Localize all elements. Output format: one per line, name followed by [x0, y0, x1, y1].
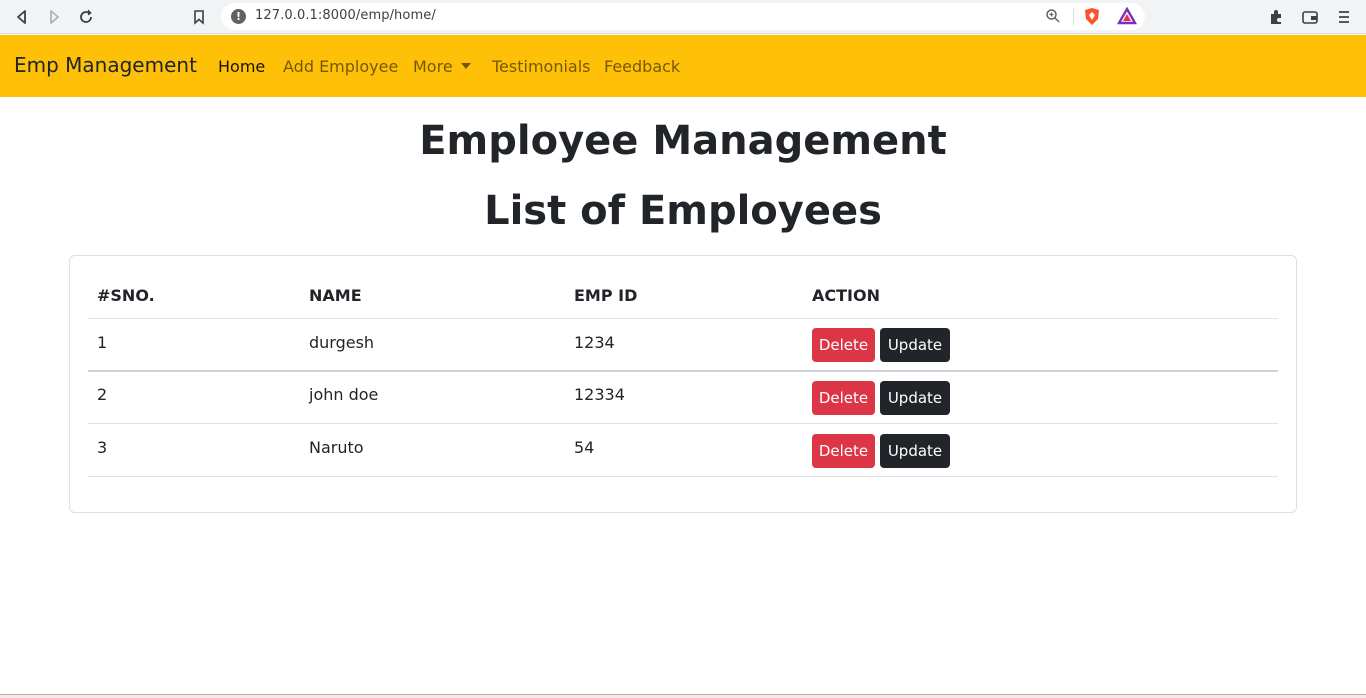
- page-subtitle: List of Employees: [484, 188, 882, 234]
- nav-link-home[interactable]: Home: [218, 57, 265, 76]
- update-button[interactable]: Update: [880, 328, 950, 362]
- header-divider: [88, 318, 1278, 319]
- reload-icon[interactable]: [75, 6, 97, 28]
- column-header-name: NAME: [309, 286, 362, 305]
- rewards-icon[interactable]: [1116, 6, 1138, 29]
- cell-sno: 2: [97, 385, 108, 404]
- cell-sno: 3: [97, 438, 108, 457]
- employee-table-card: [69, 255, 1297, 513]
- nav-link-testimonials[interactable]: Testimonials: [492, 57, 591, 76]
- navbar-brand[interactable]: Emp Management: [14, 53, 197, 77]
- row-divider: [88, 423, 1278, 424]
- cell-sno: 1: [97, 333, 108, 352]
- browser-toolbar: ! 127.0.0.1:8000/emp/home/: [0, 0, 1366, 34]
- url-text: 127.0.0.1:8000/emp/home/: [255, 8, 436, 23]
- delete-button[interactable]: Delete: [812, 381, 875, 415]
- site-info-icon[interactable]: !: [231, 9, 246, 24]
- delete-button[interactable]: Delete: [812, 434, 875, 468]
- column-header-sno: #SNO.: [97, 286, 155, 305]
- nav-link-add-employee[interactable]: Add Employee: [283, 57, 398, 76]
- row-divider: [88, 476, 1278, 477]
- page-title: Employee Management: [419, 118, 947, 164]
- column-header-emp-id: EMP ID: [574, 286, 638, 305]
- cell-name: Naruto: [309, 438, 364, 457]
- update-button[interactable]: Update: [880, 434, 950, 468]
- address-bar[interactable]: ! 127.0.0.1:8000/emp/home/: [221, 3, 1145, 30]
- back-icon[interactable]: [11, 6, 33, 28]
- cell-emp-id: 54: [574, 438, 595, 457]
- divider: [1073, 8, 1074, 25]
- nav-dropdown-more[interactable]: More: [413, 57, 471, 76]
- nav-link-feedback[interactable]: Feedback: [604, 57, 680, 76]
- row-divider: [88, 370, 1278, 372]
- cell-name: john doe: [309, 385, 379, 404]
- brave-shield-icon[interactable]: [1083, 7, 1101, 30]
- column-header-action: ACTION: [812, 286, 880, 305]
- menu-icon[interactable]: [1333, 6, 1355, 28]
- nav-dropdown-more-label: More: [413, 57, 453, 76]
- delete-button[interactable]: Delete: [812, 328, 875, 362]
- navbar: Emp Management Home Add Employee More Te…: [0, 35, 1366, 97]
- zoom-icon[interactable]: [1045, 8, 1061, 28]
- bookmark-icon[interactable]: [188, 6, 210, 28]
- wallet-icon[interactable]: [1299, 6, 1321, 28]
- caret-down-icon: [460, 63, 471, 69]
- cell-name: durgesh: [309, 333, 375, 352]
- taskbar-edge: [0, 694, 1366, 698]
- extensions-icon[interactable]: [1265, 6, 1287, 28]
- cell-emp-id: 1234: [574, 333, 615, 352]
- forward-icon[interactable]: [43, 6, 65, 28]
- update-button[interactable]: Update: [880, 381, 950, 415]
- cell-emp-id: 12334: [574, 385, 625, 404]
